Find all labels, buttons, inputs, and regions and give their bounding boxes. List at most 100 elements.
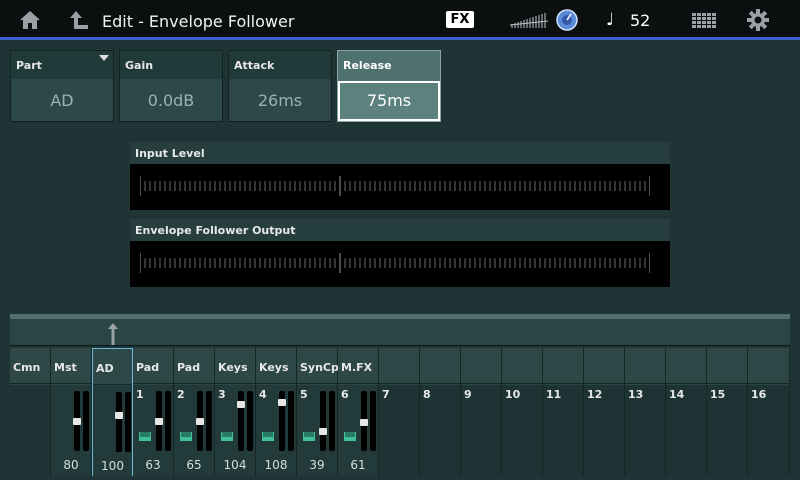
back-arrow-icon[interactable] <box>70 9 90 31</box>
envelope-output-ticks <box>140 253 650 273</box>
mixer-strip-14[interactable]: 14 <box>666 348 707 476</box>
mixer-strip-pad[interactable]: Pad 1 63 <box>133 348 174 476</box>
part-param[interactable]: Part AD <box>10 50 114 122</box>
input-level-label: Input Level <box>130 142 670 164</box>
mixer-strip-7[interactable]: 7 <box>379 348 420 476</box>
part-value[interactable]: AD <box>11 80 113 122</box>
tempo-value[interactable]: 52 <box>630 11 650 30</box>
fader-knob[interactable] <box>278 399 286 406</box>
release-value[interactable]: 75ms <box>338 81 440 121</box>
volume-value: 65 <box>186 458 202 472</box>
strip-header: Cmn <box>10 348 50 384</box>
dial-icon[interactable] <box>556 9 578 31</box>
release-param[interactable]: Release 75ms <box>337 50 441 122</box>
part-number: 3 <box>218 388 226 401</box>
volume-fader[interactable] <box>360 391 368 451</box>
gain-value[interactable]: 0.0dB <box>120 80 222 122</box>
mixer-strip-10[interactable]: 10 <box>502 348 543 476</box>
volume-fader[interactable] <box>196 391 204 451</box>
strip-body: 16 <box>748 385 789 476</box>
mixer-strip-8[interactable]: 8 <box>420 348 461 476</box>
part-number: 8 <box>423 388 431 401</box>
home-icon[interactable] <box>18 9 42 31</box>
strip-body: 5 39 <box>297 385 337 476</box>
mixer-strip-16[interactable]: 16 <box>748 348 790 476</box>
level-meter-bar <box>288 391 294 451</box>
strip-body: 100 <box>93 386 132 477</box>
strip-header <box>707 348 747 384</box>
attack-param[interactable]: Attack 26ms <box>228 50 332 122</box>
mixer-strip-15[interactable]: 15 <box>707 348 748 476</box>
level-meter-icon <box>510 13 548 28</box>
strip-body: 2 65 <box>174 385 214 476</box>
mixer-strip-13[interactable]: 13 <box>625 348 666 476</box>
volume-value: 61 <box>350 458 366 472</box>
strip-body: 13 <box>625 385 665 476</box>
strip-name: M.FX <box>341 361 373 374</box>
strip-body <box>10 385 50 476</box>
keyboard-icon <box>180 432 192 441</box>
fx-button[interactable]: FX <box>446 11 474 28</box>
gain-param[interactable]: Gain 0.0dB <box>119 50 223 122</box>
mixer-strip-pad[interactable]: Pad 2 65 <box>174 348 215 476</box>
strip-body: 14 <box>666 385 706 476</box>
mixer-strip-keys[interactable]: Keys 3 104 <box>215 348 256 476</box>
dropdown-arrow-icon[interactable] <box>99 55 109 61</box>
strip-name: Cmn <box>13 361 41 374</box>
grid-icon[interactable] <box>692 13 716 29</box>
gear-icon[interactable] <box>747 9 769 31</box>
mixer-strip-mfx[interactable]: M.FX 6 61 <box>338 348 379 476</box>
part-number: 1 <box>136 388 144 401</box>
strip-header: Keys <box>215 348 255 384</box>
strip-header: SynCp <box>297 348 339 384</box>
input-level-meter <box>130 164 670 210</box>
input-level-ticks <box>140 176 650 196</box>
envelope-output-panel: Envelope Follower Output <box>130 219 670 287</box>
strip-name: Pad <box>136 361 160 374</box>
mixer-strip-cmn[interactable]: Cmn <box>10 348 51 476</box>
mixer-strip-keys[interactable]: Keys 4 108 <box>256 348 297 476</box>
volume-fader[interactable] <box>237 391 245 451</box>
attack-value[interactable]: 26ms <box>229 80 331 122</box>
fader-knob[interactable] <box>360 419 368 426</box>
volume-fader[interactable] <box>115 392 123 452</box>
part-number: 16 <box>751 388 767 401</box>
strip-header: M.FX <box>338 348 378 384</box>
strip-name: Pad <box>177 361 201 374</box>
fader-knob[interactable] <box>155 418 163 425</box>
volume-fader[interactable] <box>155 391 163 451</box>
fader-knob[interactable] <box>237 401 245 408</box>
part-number: 10 <box>505 388 521 401</box>
fader-knob[interactable] <box>115 412 123 419</box>
strip-header: Mst <box>51 348 91 384</box>
strip-body: 4 108 <box>256 385 296 476</box>
mixer: Cmn Mst 80 AD 100 Pad 1 63 Pad 2 65 Keys 3 104 Keys 4 10… <box>10 348 790 477</box>
part-number: 7 <box>382 388 390 401</box>
volume-fader[interactable] <box>319 391 327 451</box>
mixer-strip-11[interactable]: 11 <box>543 348 584 476</box>
volume-value: 39 <box>309 458 325 472</box>
volume-fader[interactable] <box>278 391 286 451</box>
strip-header <box>748 348 789 384</box>
fader-knob[interactable] <box>196 418 204 425</box>
mixer-strip-12[interactable]: 12 <box>584 348 625 476</box>
part-number: 15 <box>710 388 726 401</box>
keyboard-icon <box>221 432 233 441</box>
strip-body: 10 <box>502 385 542 476</box>
strip-header <box>461 348 501 384</box>
volume-fader[interactable] <box>73 391 81 451</box>
mixer-strip-9[interactable]: 9 <box>461 348 502 476</box>
part-number: 6 <box>341 388 349 401</box>
keyboard-icon <box>139 432 151 441</box>
mixer-strip-mst[interactable]: Mst 80 <box>51 348 92 476</box>
level-meter-bar <box>125 392 131 452</box>
mixer-strip-syncp[interactable]: SynCp 5 39 <box>297 348 339 476</box>
keyboard-icon <box>262 432 274 441</box>
strip-body: 11 <box>543 385 583 476</box>
fader-knob[interactable] <box>319 428 327 435</box>
strip-body: 9 <box>461 385 501 476</box>
release-label: Release <box>338 51 440 79</box>
fader-knob[interactable] <box>73 418 81 425</box>
mixer-strip-ad[interactable]: AD 100 <box>92 348 133 477</box>
strip-body: 7 <box>379 385 419 476</box>
